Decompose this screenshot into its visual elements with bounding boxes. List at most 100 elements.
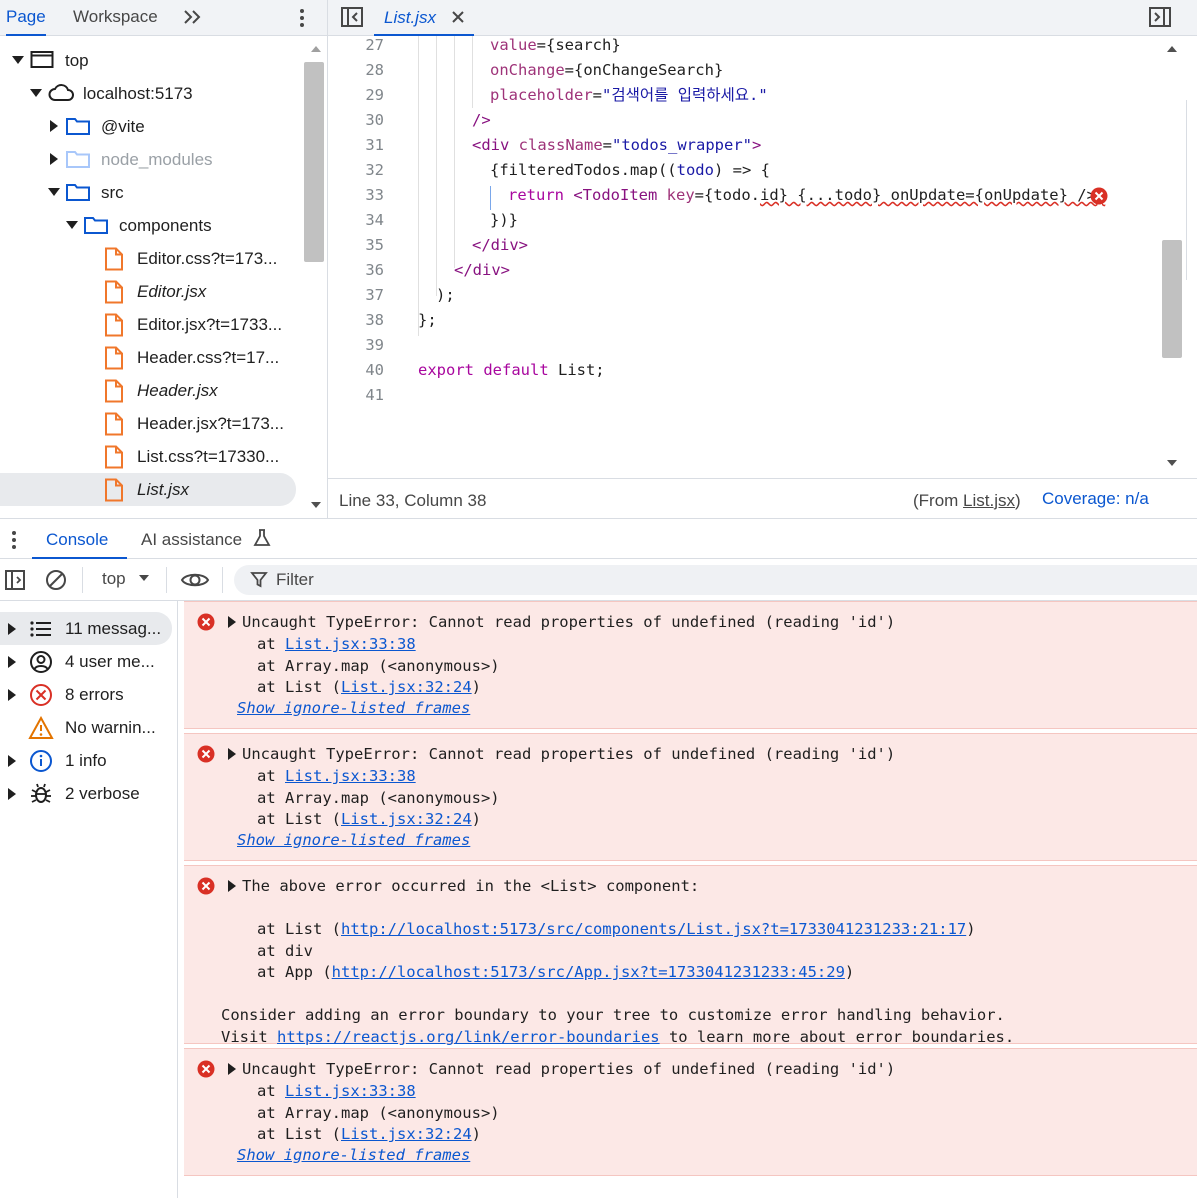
sidebar-item-label: 2 verbose bbox=[65, 784, 140, 803]
tree-item[interactable]: localhost:5173 bbox=[0, 77, 304, 110]
triangle-right-icon[interactable] bbox=[48, 120, 60, 132]
code-area[interactable]: 27 value={search} 28 onChange={onChangeSear… bbox=[328, 36, 1160, 478]
tab-workspace[interactable]: Workspace bbox=[73, 0, 158, 36]
filter-input[interactable]: Filter bbox=[234, 565, 1197, 595]
user-icon bbox=[28, 650, 54, 674]
source-link[interactable]: List.jsx:32:24 bbox=[341, 678, 472, 696]
tree-item-label: Header.jsx bbox=[137, 381, 218, 400]
code-editor: List.jsx 27 value={search} 28 onChange={onC… bbox=[328, 0, 1197, 518]
tab-ai-assistance[interactable]: AI assistance bbox=[141, 530, 242, 550]
navigator-scroll-thumb[interactable] bbox=[304, 62, 324, 262]
tree-item[interactable]: @vite bbox=[0, 110, 304, 143]
sidebar-item[interactable]: 8 errors bbox=[0, 678, 178, 711]
expand-triangle-icon[interactable] bbox=[228, 616, 236, 628]
code-token: "검색어를 입력하세요." bbox=[602, 86, 768, 104]
frame-prefix: at App ( bbox=[257, 963, 332, 981]
triangle-right-icon[interactable] bbox=[7, 623, 17, 635]
console-error-message[interactable]: Uncaught TypeError: Cannot read properti… bbox=[184, 601, 1197, 729]
source-link[interactable]: http://localhost:5173/src/components/Lis… bbox=[341, 920, 966, 938]
from-link[interactable]: List.jsx bbox=[963, 491, 1015, 510]
source-link[interactable]: List.jsx:33:38 bbox=[285, 1082, 416, 1100]
code-text: placeholder="검색어를 입력하세요." bbox=[490, 83, 768, 108]
expand-triangle-icon[interactable] bbox=[228, 880, 236, 892]
message-title[interactable]: Uncaught TypeError: Cannot read properti… bbox=[228, 1058, 895, 1080]
tree-item[interactable]: components bbox=[0, 209, 304, 242]
tree-item[interactable]: src bbox=[0, 176, 304, 209]
tab-list-jsx[interactable]: List.jsx bbox=[374, 0, 474, 36]
code-token: <TodoItem bbox=[573, 186, 667, 204]
triangle-down-icon[interactable] bbox=[48, 186, 60, 198]
console-error-message[interactable]: The above error occurred in the <List> c… bbox=[184, 865, 1197, 1046]
triangle-right-icon[interactable] bbox=[7, 755, 17, 767]
drawer-menu-icon[interactable] bbox=[8, 529, 20, 551]
tree-item[interactable]: Editor.css?t=173... bbox=[0, 242, 304, 275]
file-icon bbox=[103, 445, 127, 469]
expand-triangle-icon[interactable] bbox=[228, 1063, 236, 1075]
triangle-right-icon[interactable] bbox=[7, 689, 17, 701]
tree-item[interactable]: Header.jsx bbox=[0, 374, 304, 407]
frame-suffix: ) bbox=[844, 963, 855, 981]
code-text: </div> bbox=[472, 233, 528, 258]
source-link[interactable]: List.jsx:32:24 bbox=[341, 810, 472, 828]
tree-item[interactable]: List.css?t=17330... bbox=[0, 440, 304, 473]
sidebar-item[interactable]: 4 user me... bbox=[0, 645, 178, 678]
source-link[interactable]: List.jsx:33:38 bbox=[285, 635, 416, 653]
error-icon bbox=[197, 1060, 215, 1078]
tab-console[interactable]: Console bbox=[32, 519, 127, 559]
source-link[interactable]: http://localhost:5173/src/App.jsx?t=1733… bbox=[332, 963, 845, 981]
sidebar-item[interactable]: 2 verbose bbox=[0, 777, 178, 810]
error-icon bbox=[197, 613, 215, 631]
code-line: 33 return <TodoItem key={todo.id} {...tod… bbox=[328, 183, 1160, 208]
message-text: Uncaught TypeError: Cannot read properti… bbox=[242, 745, 896, 763]
triangle-down-icon[interactable] bbox=[12, 54, 24, 66]
console-error-message[interactable]: Uncaught TypeError: Cannot read properti… bbox=[184, 1048, 1197, 1176]
tree-item[interactable]: Header.css?t=17... bbox=[0, 341, 304, 374]
more-tabs-icon[interactable] bbox=[182, 8, 204, 26]
toggle-debugger-icon[interactable] bbox=[1148, 6, 1172, 28]
source-link[interactable]: List.jsx:33:38 bbox=[285, 767, 416, 785]
frame-prefix: at Array.map (<anonymous>) bbox=[257, 656, 500, 675]
code-token: key bbox=[666, 186, 695, 204]
expand-triangle-icon[interactable] bbox=[228, 748, 236, 760]
triangle-down-icon[interactable] bbox=[66, 219, 78, 231]
sources-panel: Page Workspace top localhost:5173 @vite nod… bbox=[0, 0, 1197, 518]
triangle-right-icon[interactable] bbox=[7, 656, 17, 668]
triangle-right-icon[interactable] bbox=[7, 788, 17, 800]
message-title[interactable]: The above error occurred in the <List> c… bbox=[228, 875, 699, 897]
console-error-message[interactable]: Uncaught TypeError: Cannot read properti… bbox=[184, 733, 1197, 861]
editor-scroll-thumb[interactable] bbox=[1162, 240, 1182, 358]
tree-item[interactable]: Editor.jsx bbox=[0, 275, 304, 308]
close-tab-icon[interactable] bbox=[450, 9, 466, 25]
triangle-down-icon[interactable] bbox=[30, 87, 42, 99]
tree-item[interactable]: node_modules bbox=[0, 143, 304, 176]
tree-item[interactable]: Editor.jsx?t=1733... bbox=[0, 308, 304, 341]
clear-console-icon[interactable] bbox=[45, 569, 67, 591]
kebab-menu-icon[interactable] bbox=[296, 7, 308, 29]
code-token: ={search} bbox=[536, 36, 621, 54]
coverage-link[interactable]: Coverage: n/a bbox=[1042, 489, 1149, 509]
toggle-navigator-icon[interactable] bbox=[340, 6, 364, 28]
sidebar-item[interactable]: 1 info bbox=[0, 744, 178, 777]
sidebar-item[interactable]: 11 messag... bbox=[0, 612, 172, 645]
error-boundaries-link[interactable]: https://reactjs.org/link/error-boundarie… bbox=[277, 1028, 660, 1046]
sidebar-toggle-icon[interactable] bbox=[4, 569, 26, 591]
message-title[interactable]: Uncaught TypeError: Cannot read properti… bbox=[228, 611, 895, 633]
triangle-right-icon[interactable] bbox=[48, 153, 60, 165]
source-link[interactable]: List.jsx:32:24 bbox=[341, 1125, 472, 1143]
message-title[interactable]: Uncaught TypeError: Cannot read properti… bbox=[228, 743, 895, 765]
file-icon bbox=[103, 346, 127, 370]
error-marker-icon[interactable] bbox=[1090, 187, 1108, 205]
tree-item[interactable]: Header.jsx?t=173... bbox=[0, 407, 304, 440]
stack-frame: at List (List.jsx:32:24) bbox=[257, 808, 481, 830]
show-ignore-listed-frames-link[interactable]: Show ignore-listed frames bbox=[237, 697, 470, 719]
context-selector[interactable]: top bbox=[102, 569, 150, 589]
show-ignore-listed-frames-link[interactable]: Show ignore-listed frames bbox=[237, 829, 470, 851]
live-expression-eye-icon[interactable] bbox=[180, 570, 210, 590]
tree-item[interactable]: top bbox=[0, 44, 304, 77]
tab-page[interactable]: Page bbox=[6, 0, 46, 36]
show-ignore-listed-frames-link[interactable]: Show ignore-listed frames bbox=[237, 1144, 470, 1166]
code-text: {filteredTodos.map((todo) => { bbox=[490, 158, 770, 183]
error-icon bbox=[197, 877, 215, 895]
tree-item[interactable]: List.jsx bbox=[0, 473, 296, 506]
sidebar-item[interactable]: No warnin... bbox=[0, 711, 178, 744]
